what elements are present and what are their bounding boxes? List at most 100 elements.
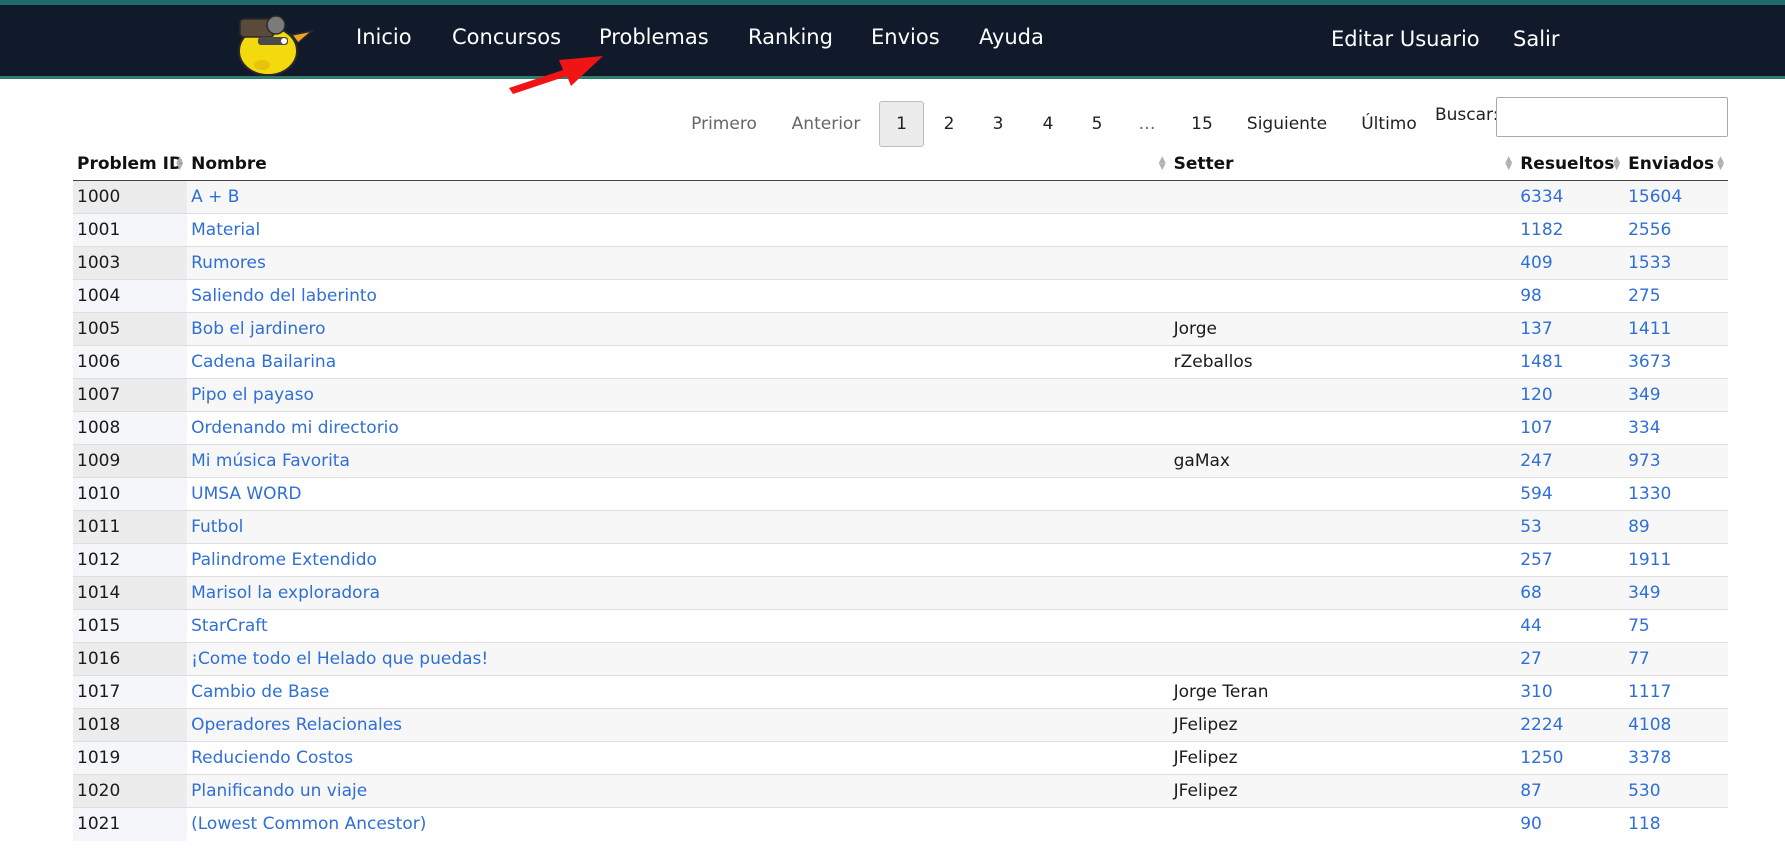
logout-link[interactable]: Salir (1513, 27, 1560, 51)
table-row: 1006 Cadena Bailarina rZeballos 1481 3673 (73, 345, 1728, 379)
solved-count-link[interactable]: 53 (1516, 510, 1625, 544)
problem-name-link[interactable]: Operadores Relacionales (187, 708, 1170, 742)
solved-count-link[interactable]: 120 (1516, 378, 1625, 412)
setter-cell (1169, 279, 1517, 313)
solved-count-link[interactable]: 68 (1516, 576, 1625, 610)
sent-count-link[interactable]: 1330 (1624, 477, 1728, 511)
solved-count-link[interactable]: 310 (1516, 675, 1625, 709)
sent-count-link[interactable]: 973 (1624, 444, 1728, 478)
sent-count-link[interactable]: 118 (1624, 807, 1728, 841)
solved-count-link[interactable]: 1250 (1516, 741, 1625, 775)
sent-count-link[interactable]: 530 (1624, 774, 1728, 808)
sent-count-link[interactable]: 1533 (1624, 246, 1728, 280)
problem-name-link[interactable]: Saliendo del laberinto (187, 279, 1170, 313)
problem-name-link[interactable]: UMSA WORD (187, 477, 1170, 511)
header-problem-id[interactable]: Problem ID ▲ ▼ (73, 148, 188, 181)
page-5-button[interactable]: 5 (1082, 101, 1112, 147)
problem-name-link[interactable]: Pipo el payaso (187, 378, 1170, 412)
solved-count-link[interactable]: 98 (1516, 279, 1625, 313)
solved-count-link[interactable]: 90 (1516, 807, 1625, 841)
problem-name-link[interactable]: Palindrome Extendido (187, 543, 1170, 577)
problem-name-link[interactable]: Rumores (187, 246, 1170, 280)
sent-count-link[interactable]: 89 (1624, 510, 1728, 544)
setter-cell: JFelipez (1169, 708, 1517, 742)
solved-count-link[interactable]: 137 (1516, 312, 1625, 346)
solved-count-link[interactable]: 409 (1516, 246, 1625, 280)
page-next-button[interactable]: Siguiente (1243, 101, 1331, 147)
problem-name-link[interactable]: Cadena Bailarina (187, 345, 1170, 379)
nav-envios[interactable]: Envios (871, 25, 940, 49)
solved-count-link[interactable]: 87 (1516, 774, 1625, 808)
solved-count-link[interactable]: 27 (1516, 642, 1625, 676)
page-2-button[interactable]: 2 (934, 101, 964, 147)
page-15-button[interactable]: 15 (1186, 101, 1218, 147)
table-row: 1014 Marisol la exploradora 68 349 (73, 576, 1728, 610)
sent-count-link[interactable]: 75 (1624, 609, 1728, 643)
table-row: 1008 Ordenando mi directorio 107 334 (73, 411, 1728, 445)
sent-count-link[interactable]: 3378 (1624, 741, 1728, 775)
header-enviados[interactable]: Enviados ▲ ▼ (1624, 148, 1728, 181)
solved-count-link[interactable]: 1481 (1516, 345, 1625, 379)
sent-count-link[interactable]: 349 (1624, 576, 1728, 610)
sent-count-link[interactable]: 2556 (1624, 213, 1728, 247)
solved-count-link[interactable]: 6334 (1516, 180, 1625, 214)
solved-count-link[interactable]: 594 (1516, 477, 1625, 511)
problem-name-link[interactable]: ¡Come todo el Helado que puedas! (187, 642, 1170, 676)
problems-table: Problem ID ▲ ▼ Nombre ▲ ▼ Setter ▲ ▼ Resueltos… (73, 148, 1728, 841)
page-previous-button[interactable]: Anterior (786, 101, 866, 147)
sent-count-link[interactable]: 334 (1624, 411, 1728, 445)
duck-logo-icon[interactable] (232, 9, 316, 77)
sent-count-link[interactable]: 349 (1624, 378, 1728, 412)
nav-problemas[interactable]: Problemas (599, 25, 709, 49)
header-resueltos[interactable]: Resueltos ▲ ▼ (1516, 148, 1625, 181)
problem-name-link[interactable]: Material (187, 213, 1170, 247)
header-nombre[interactable]: Nombre ▲ ▼ (187, 148, 1170, 181)
nav-inicio[interactable]: Inicio (356, 25, 412, 49)
page-first-button[interactable]: Primero (682, 101, 766, 147)
problem-name-link[interactable]: Bob el jardinero (187, 312, 1170, 346)
setter-cell: JFelipez (1169, 741, 1517, 775)
problem-name-link[interactable]: Mi música Favorita (187, 444, 1170, 478)
sent-count-link[interactable]: 4108 (1624, 708, 1728, 742)
nav-concursos[interactable]: Concursos (452, 25, 561, 49)
problem-name-link[interactable]: (Lowest Common Ancestor) (187, 807, 1170, 841)
table-row: 1005 Bob el jardinero Jorge 137 1411 (73, 312, 1728, 346)
problem-name-link[interactable]: Ordenando mi directorio (187, 411, 1170, 445)
solved-count-link[interactable]: 107 (1516, 411, 1625, 445)
problem-id-cell: 1020 (73, 774, 188, 808)
solved-count-link[interactable]: 257 (1516, 543, 1625, 577)
sent-count-link[interactable]: 1411 (1624, 312, 1728, 346)
problem-name-link[interactable]: StarCraft (187, 609, 1170, 643)
edit-user-link[interactable]: Editar Usuario (1331, 27, 1480, 51)
problem-name-link[interactable]: Reduciendo Costos (187, 741, 1170, 775)
problem-name-link[interactable]: Cambio de Base (187, 675, 1170, 709)
page-last-button[interactable]: Último (1357, 101, 1421, 147)
solved-count-link[interactable]: 2224 (1516, 708, 1625, 742)
problem-name-link[interactable]: A + B (187, 180, 1170, 214)
header-setter[interactable]: Setter ▲ ▼ (1169, 148, 1517, 181)
solved-count-link[interactable]: 1182 (1516, 213, 1625, 247)
solved-count-link[interactable]: 44 (1516, 609, 1625, 643)
sent-count-link[interactable]: 275 (1624, 279, 1728, 313)
problem-name-link[interactable]: Marisol la exploradora (187, 576, 1170, 610)
table-row: 1019 Reduciendo Costos JFelipez 1250 3378 (73, 741, 1728, 775)
sent-count-link[interactable]: 1117 (1624, 675, 1728, 709)
problem-name-link[interactable]: Planificando un viaje (187, 774, 1170, 808)
sort-icon: ▲ ▼ (176, 155, 184, 172)
page-3-button[interactable]: 3 (983, 101, 1013, 147)
solved-count-link[interactable]: 247 (1516, 444, 1625, 478)
sent-count-link[interactable]: 3673 (1624, 345, 1728, 379)
sent-count-link[interactable]: 1911 (1624, 543, 1728, 577)
setter-cell: Jorge Teran (1169, 675, 1517, 709)
page-4-button[interactable]: 4 (1033, 101, 1063, 147)
problem-id-cell: 1008 (73, 411, 188, 445)
problem-name-link[interactable]: Futbol (187, 510, 1170, 544)
problem-id-cell: 1005 (73, 312, 188, 346)
sent-count-link[interactable]: 77 (1624, 642, 1728, 676)
sent-count-link[interactable]: 15604 (1624, 180, 1728, 214)
nav-ayuda[interactable]: Ayuda (979, 25, 1044, 49)
problem-id-cell: 1009 (73, 444, 188, 478)
nav-ranking[interactable]: Ranking (748, 25, 833, 49)
search-input[interactable] (1496, 97, 1728, 137)
page-1-button[interactable]: 1 (879, 101, 924, 147)
